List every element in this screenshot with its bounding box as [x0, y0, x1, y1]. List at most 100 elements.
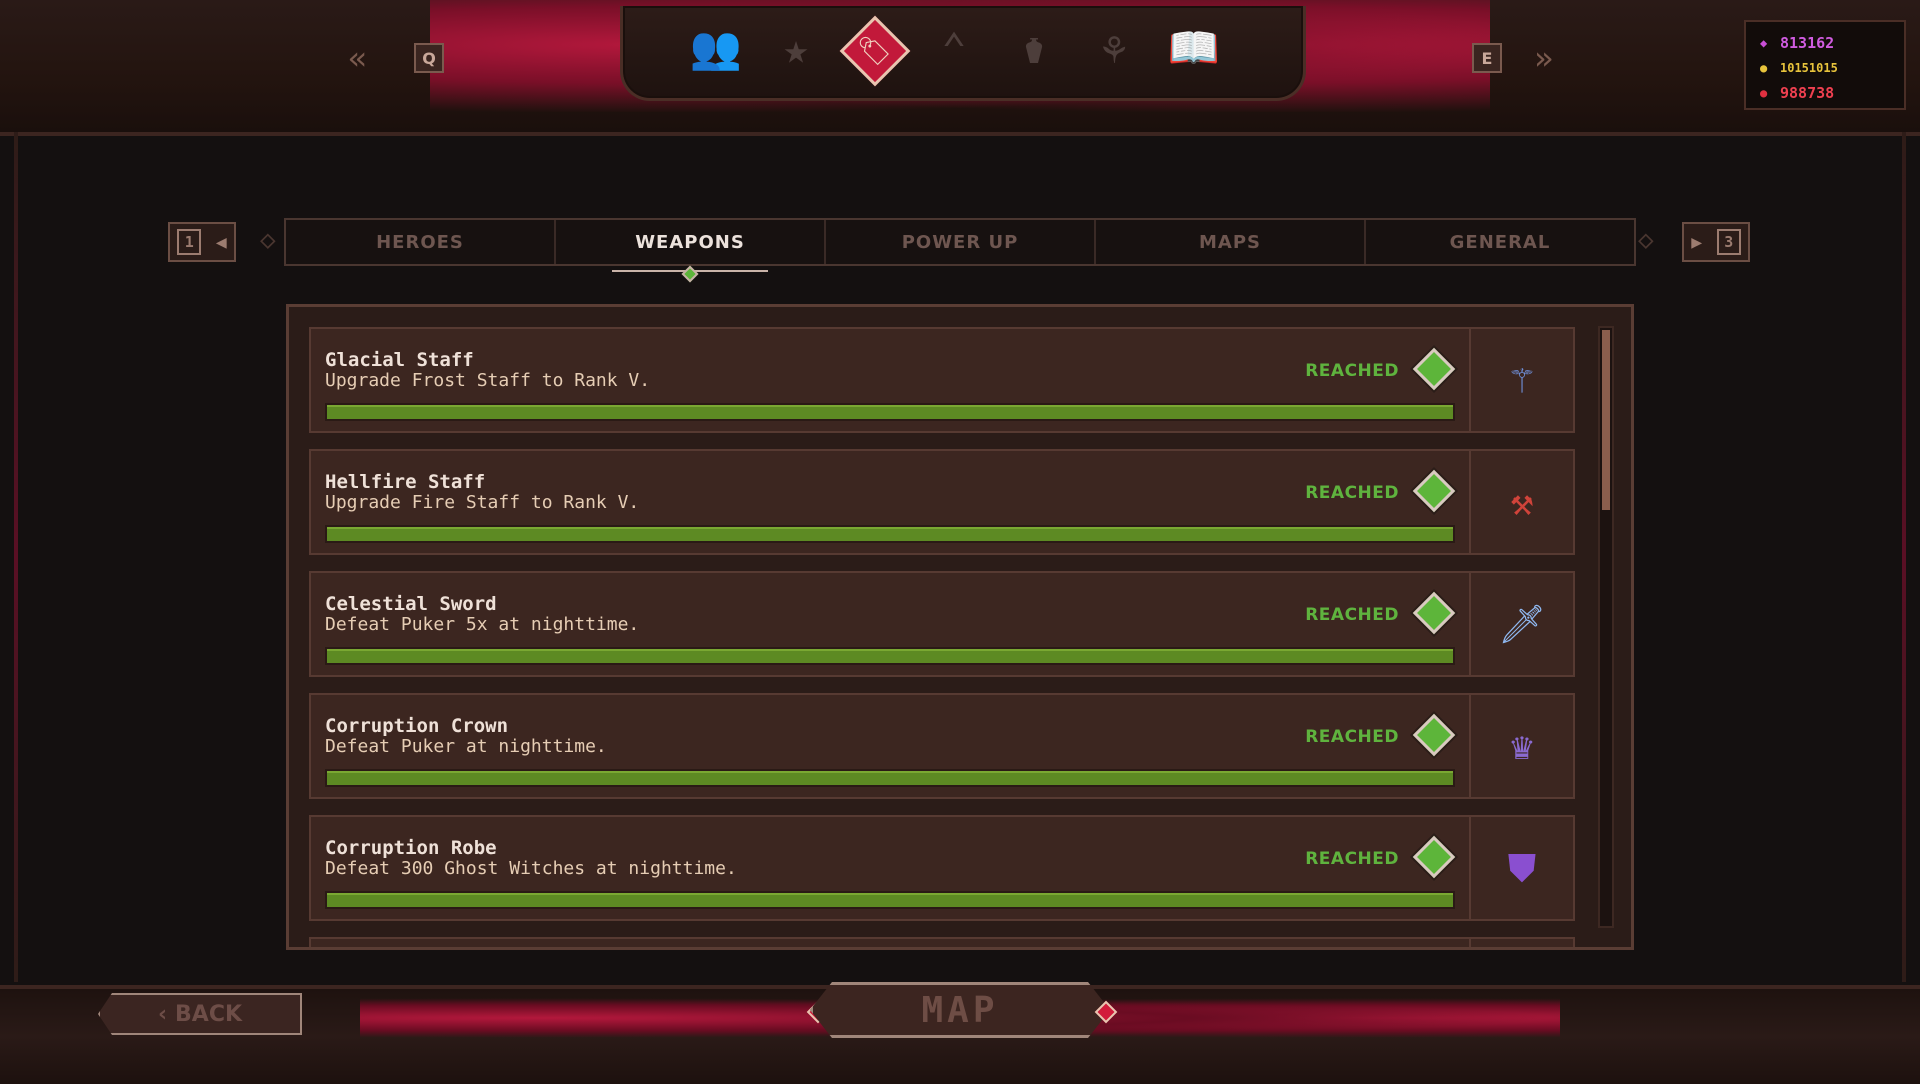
reached-gem-icon — [1412, 591, 1456, 635]
achievement-status: REACHED — [1305, 849, 1399, 869]
tab-general[interactable]: GENERAL — [1366, 220, 1634, 264]
prev-page-number: 1 — [177, 229, 202, 255]
back-arrow-icon: ‹ — [157, 1001, 168, 1027]
reached-gem-icon — [1412, 347, 1456, 391]
soul-icon: ● — [1760, 85, 1768, 100]
gem-icon: ◆ — [1760, 35, 1768, 50]
book-icon[interactable]: 📖 — [1168, 18, 1220, 78]
achievement-title: Corruption Crown — [325, 715, 509, 737]
achievement-card: Celestial Sword Defeat Puker 5x at nightt… — [309, 571, 1469, 677]
achievement-card: Corruption Robe Defeat 300 Ghost Witches … — [309, 815, 1469, 921]
frame-left-border — [14, 132, 18, 982]
back-button[interactable]: ‹ BACK — [98, 993, 302, 1035]
achievement-row[interactable]: Celestial Sword Defeat Puker 5x at nightt… — [309, 571, 1581, 677]
currency-panel: ◆ 813162 ● 10151015 ● 988738 — [1744, 20, 1906, 110]
heroes-icon-glyph: 👥 — [689, 23, 743, 72]
active-tab-gem-icon — [681, 265, 699, 283]
achievement-description: Defeat 300 Ghost Witches at nighttime. — [325, 858, 737, 879]
rank-chevron-icon[interactable]: ⌃ — [928, 18, 980, 78]
achievement-icon-box — [1469, 937, 1575, 947]
prev-menu-key[interactable]: Q — [414, 43, 444, 73]
souls-row: ● 988738 — [1760, 80, 1904, 105]
tree-icon[interactable]: ⚘ — [1088, 18, 1140, 78]
achievement-status: REACHED — [1305, 727, 1399, 747]
achievement-row-partial[interactable] — [309, 937, 1581, 947]
gold-row: ● 10151015 — [1760, 55, 1904, 80]
progress-fill — [327, 893, 1453, 907]
map-label: MAP — [921, 989, 999, 1031]
achievement-progress-bar — [325, 769, 1455, 787]
scrollbar-thumb[interactable] — [1602, 330, 1610, 510]
rank-chevron-icon-glyph: ⌃ — [941, 23, 967, 73]
star-icon[interactable]: ★ — [770, 18, 822, 78]
right-triangle-icon: ▶ — [1691, 231, 1703, 253]
tab-power-up[interactable]: POWER UP — [826, 220, 1096, 264]
tab-weapons[interactable]: WEAPONS — [556, 220, 826, 283]
achievement-list-panel: Glacial Staff Upgrade Frost Staff to Rank… — [286, 304, 1634, 950]
tab-label: GENERAL — [1449, 231, 1551, 253]
top-icon-nav: 👥 ★ 🏷 ⌃ ⚱ ⚘ 📖 — [690, 15, 1220, 87]
progress-fill — [327, 649, 1453, 663]
coin-icon: ● — [1760, 60, 1768, 75]
reached-gem-icon — [1412, 469, 1456, 513]
achievement-progress-bar — [325, 403, 1455, 421]
achievement-title: Corruption Robe — [325, 837, 497, 859]
book-icon-glyph: 📖 — [1167, 23, 1221, 72]
potion-icon-glyph: ⚱ — [1021, 23, 1047, 73]
prev-page-button[interactable]: 1 ◀ — [168, 222, 236, 262]
achievement-row[interactable]: Corruption Robe Defeat 300 Ghost Witches … — [309, 815, 1581, 921]
achievement-description: Defeat Puker at nighttime. — [325, 736, 607, 757]
achievement-tag-icon-glyph: 🏷 — [857, 34, 893, 68]
achievement-card: Corruption Crown Defeat Puker at nighttim… — [309, 693, 1469, 799]
left-triangle-icon: ◀ — [215, 231, 227, 253]
achievement-row[interactable]: Corruption Crown Defeat Puker at nighttim… — [309, 693, 1581, 799]
achievement-tag-icon[interactable]: 🏷 — [839, 15, 911, 87]
tab-label: MAPS — [1199, 231, 1261, 253]
reward-glyph: ⛊ — [1507, 845, 1537, 890]
achievement-status: REACHED — [1305, 605, 1399, 625]
frame-right-border — [1902, 132, 1906, 982]
frost-staff-icon: ⚚ — [1469, 327, 1575, 433]
gems-row: ◆ 813162 — [1760, 30, 1904, 55]
achievement-card: Glacial Staff Upgrade Frost Staff to Rank… — [309, 327, 1469, 433]
fire-staff-icon: ⚒ — [1469, 449, 1575, 555]
tab-left-cap-icon: ◇ — [260, 225, 276, 255]
achievement-status: REACHED — [1305, 483, 1399, 503]
achievement-card: Hellfire Staff Upgrade Fire Staff to Rank… — [309, 449, 1469, 555]
back-label: BACK — [175, 1001, 243, 1027]
achievement-description: Upgrade Frost Staff to Rank V. — [325, 370, 651, 391]
reached-gem-icon — [1412, 713, 1456, 757]
souls-value: 988738 — [1780, 83, 1835, 102]
tab-label: POWER UP — [901, 231, 1019, 253]
next-page-button[interactable]: ▶ 3 — [1682, 222, 1750, 262]
gold-value: 10151015 — [1780, 60, 1838, 75]
tab-heroes[interactable]: HEROES — [286, 220, 556, 264]
achievement-title: Celestial Sword — [325, 593, 497, 615]
progress-fill — [327, 527, 1453, 541]
achievement-row[interactable]: Hellfire Staff Upgrade Fire Staff to Rank… — [309, 449, 1581, 555]
heroes-icon[interactable]: 👥 — [690, 18, 742, 78]
scrollbar[interactable] — [1598, 326, 1614, 928]
potion-icon[interactable]: ⚱ — [1008, 18, 1060, 78]
reached-gem-icon — [1412, 835, 1456, 879]
gems-value: 813162 — [1780, 33, 1835, 52]
achievement-status: REACHED — [1305, 361, 1399, 381]
achievement-title: Hellfire Staff — [325, 471, 486, 493]
reward-glyph: ⚒ — [1510, 480, 1534, 524]
map-button[interactable]: MAP — [810, 982, 1110, 1038]
achievement-row[interactable]: Glacial Staff Upgrade Frost Staff to Rank… — [309, 327, 1581, 433]
sword-icon: 🗡 — [1469, 571, 1575, 677]
achievement-progress-bar — [325, 891, 1455, 909]
reward-glyph: 🗡 — [1497, 601, 1547, 646]
prev-chevron-icon: « — [348, 39, 368, 77]
star-icon-glyph: ★ — [783, 23, 809, 73]
tab-maps[interactable]: MAPS — [1096, 220, 1366, 264]
tree-icon-glyph: ⚘ — [1101, 23, 1127, 73]
next-page-number: 3 — [1716, 229, 1741, 255]
achievement-card — [309, 937, 1469, 947]
reward-glyph: ♛ — [1510, 724, 1534, 768]
crown-icon: ♛ — [1469, 693, 1575, 799]
tab-label: HEROES — [376, 231, 464, 253]
robe-icon: ⛊ — [1469, 815, 1575, 921]
next-menu-key[interactable]: E — [1472, 43, 1502, 73]
